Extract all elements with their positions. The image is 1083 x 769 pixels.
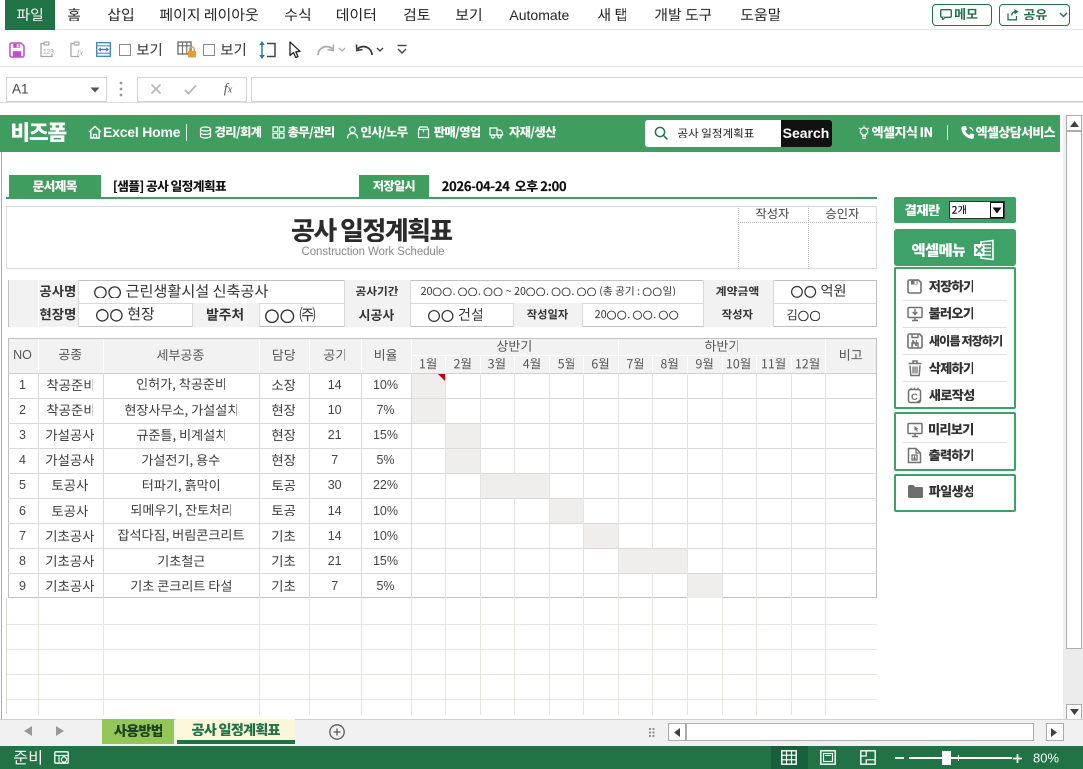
- svg-text:C: C: [911, 392, 918, 403]
- svg-text:123: 123: [43, 49, 54, 56]
- svg-text:fx: fx: [77, 48, 83, 58]
- svg-text:N: N: [912, 339, 918, 348]
